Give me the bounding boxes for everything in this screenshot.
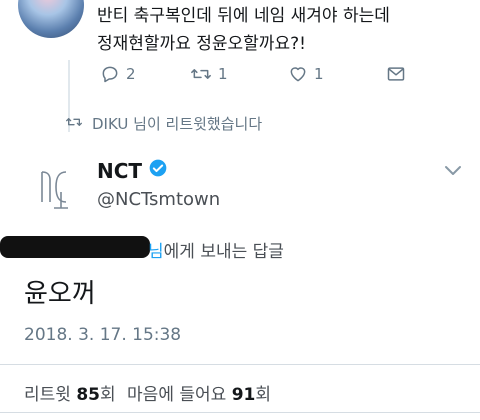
message-button[interactable]: [386, 64, 406, 84]
retweet-stat[interactable]: 리트윗 85회: [24, 385, 116, 405]
reply-icon: [100, 64, 120, 84]
divider-bottom: [0, 412, 480, 413]
like-button[interactable]: 1: [288, 64, 324, 84]
retweeted-by[interactable]: DIKU 님이 리트윗했습니다: [64, 113, 262, 134]
tweet-text-line-1: 반티 축구복인데 뒤에 네임 새겨야 하는데: [97, 6, 390, 26]
retweet-button[interactable]: 1: [190, 64, 228, 84]
retweeted-by-text: DIKU 님이 리트윗했습니다: [92, 115, 263, 133]
timestamp[interactable]: 2018. 3. 17. 15:38: [24, 325, 181, 345]
tweet-text: 반티 축구복인데 뒤에 네임 새겨야 하는데 정재현할까요 정윤오할까요?!: [97, 2, 467, 58]
reply-text: 윤오꺼: [24, 279, 96, 309]
retweet-small-icon: [64, 114, 84, 134]
retweet-icon: [190, 64, 212, 84]
chevron-down-icon[interactable]: [444, 162, 462, 181]
account-info[interactable]: NCT @NCTsmtown: [97, 158, 220, 211]
retweet-stat-unit: 회: [100, 385, 116, 405]
heart-icon: [288, 64, 308, 84]
retweet-stat-count: 85: [76, 385, 100, 405]
like-stat-label: 마음에 들어요: [127, 385, 227, 405]
user-avatar[interactable]: [18, 0, 84, 38]
retweet-count: 1: [218, 65, 228, 83]
engagement-stats: 리트윗 85회 마음에 들어요 91회: [24, 380, 271, 405]
account-handle[interactable]: @NCTsmtown: [97, 189, 220, 210]
like-count: 1: [314, 65, 324, 83]
envelope-icon: [386, 64, 406, 84]
like-stat[interactable]: 마음에 들어요 91회: [127, 385, 271, 405]
nct-logo[interactable]: [24, 158, 84, 216]
redacted-username: [0, 236, 150, 258]
reply-count: 2: [126, 65, 136, 83]
replying-to: 님에게 보내는 답글: [148, 237, 284, 262]
reply-button[interactable]: 2: [100, 64, 136, 84]
tweet-text-line-2: 정재현할까요 정윤오할까요?!: [97, 34, 306, 54]
like-stat-unit: 회: [255, 385, 272, 405]
tweet-actions: 2 1 1: [100, 64, 420, 88]
verified-badge-icon: [148, 158, 168, 183]
reply-mention[interactable]: 님: [148, 242, 164, 262]
account-name[interactable]: NCT: [97, 159, 142, 183]
reply-to-text: 에게 보내는 답글: [163, 242, 284, 262]
like-stat-count: 91: [231, 385, 256, 405]
retweet-stat-label: 리트윗: [24, 385, 71, 405]
divider: [0, 364, 480, 365]
